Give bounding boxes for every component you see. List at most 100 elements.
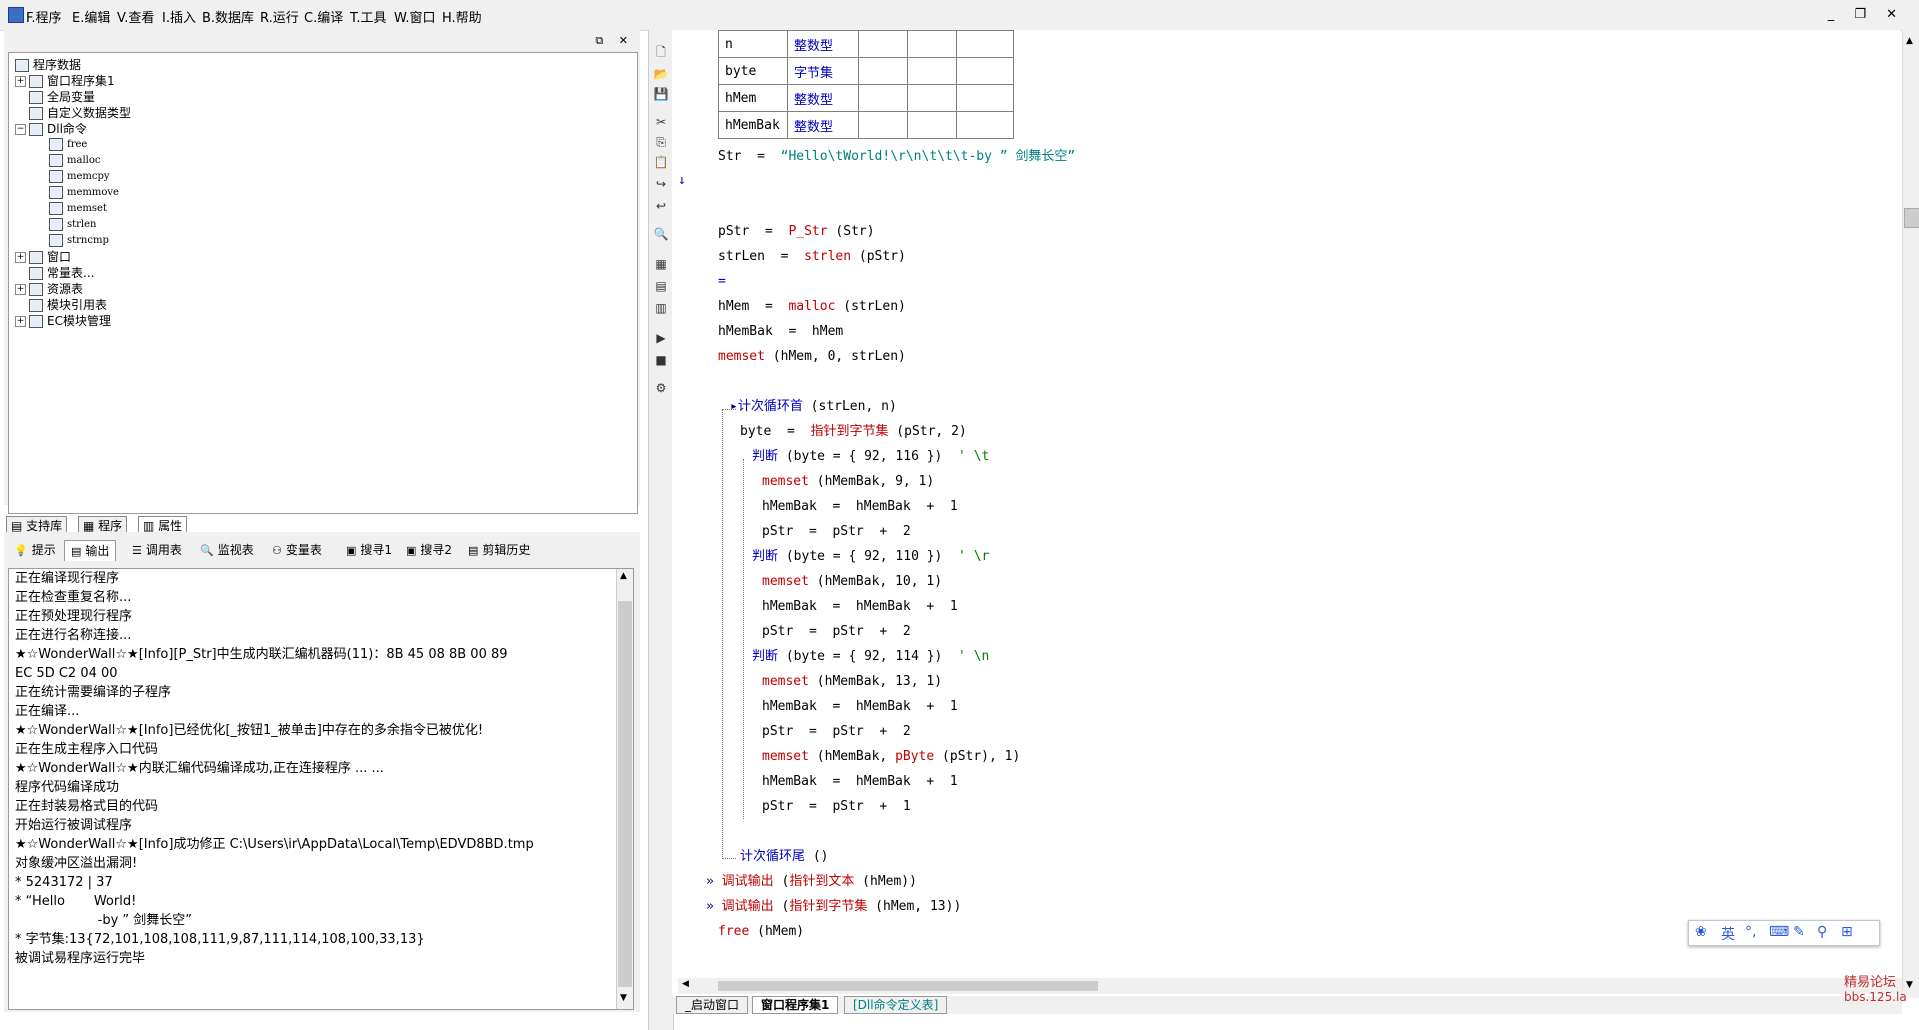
open-icon[interactable]: 📂 <box>653 66 669 82</box>
undo-icon[interactable]: ↩ <box>653 198 669 214</box>
menu-view[interactable]: V.查看 <box>117 7 154 26</box>
code-line[interactable]: » 调试输出 (指针到文本 (hMem)) <box>706 873 917 891</box>
menu-insert[interactable]: I.插入 <box>162 7 196 26</box>
tree-item[interactable]: Dll命令 <box>29 121 87 137</box>
code-line[interactable]: hMemBak = hMemBak + 1 <box>762 773 958 791</box>
code-line[interactable]: 判断 (byte = { 92, 110 }) ' \r <box>752 548 989 566</box>
tab-dll-definitions[interactable]: [Dll命令定义表] <box>844 996 948 1014</box>
tree-item[interactable]: 自定义数据类型 <box>29 105 131 121</box>
scroll-up-icon[interactable]: ▲ <box>1906 36 1913 46</box>
code-line[interactable]: hMemBak = hMem <box>718 323 843 341</box>
soft-keyboard-icon[interactable]: ⌨ <box>1769 924 1789 940</box>
run-icon[interactable]: ▶ <box>653 330 669 346</box>
menu-help[interactable]: H.帮助 <box>442 7 482 26</box>
code-line[interactable]: memset (hMemBak, 13, 1) <box>762 673 942 691</box>
tab-hint[interactable]: 💡 提示 <box>8 540 62 560</box>
code-line[interactable]: memset (hMemBak, 10, 1) <box>762 573 942 591</box>
code-line[interactable]: strLen = strlen (pStr) <box>718 248 906 266</box>
tree-root[interactable]: 程序数据 <box>15 57 81 73</box>
menu-program[interactable]: F.程序 <box>26 7 62 26</box>
tab-call-stack[interactable]: ☰ 调用表 <box>126 540 188 560</box>
punctuation-icon[interactable]: °, <box>1745 924 1756 940</box>
code-line[interactable]: Str = “Hello\tWorld!\r\n\t\t\t-by ” 剑舞长空… <box>718 148 1075 166</box>
code-line[interactable]: pStr = P_Str (Str) <box>718 223 875 241</box>
collapse-icon[interactable]: − <box>15 124 26 135</box>
expand-icon[interactable]: + <box>15 76 26 87</box>
tree-item[interactable]: free <box>49 137 87 153</box>
grid-icon[interactable]: ⊞ <box>1841 924 1853 940</box>
expand-icon[interactable]: + <box>15 316 26 327</box>
code-line[interactable]: memset (hMemBak, pByte (pStr), 1) <box>762 748 1020 766</box>
output-text[interactable]: 正在编译现行程序 正在检查重复名称... 正在预处理现行程序 正在进行名称连接.… <box>8 568 634 1010</box>
find-icon[interactable]: 🔍 <box>653 226 669 242</box>
scroll-down-icon[interactable]: ▼ <box>620 993 627 1003</box>
ime-mode[interactable]: 英 <box>1721 924 1735 944</box>
tree-item[interactable]: 资源表 <box>29 281 83 297</box>
scroll-thumb[interactable] <box>718 981 1098 991</box>
save-icon[interactable]: 💾 <box>653 86 669 102</box>
scroll-down-icon[interactable]: ▼ <box>1906 980 1913 990</box>
paste-icon[interactable]: 📋 <box>653 154 669 170</box>
menu-edit[interactable]: E.编辑 <box>72 7 110 26</box>
code-line[interactable]: » 调试输出 (指针到字节集 (hMem, 13)) <box>706 898 961 916</box>
tree-item[interactable]: malloc <box>49 153 100 169</box>
code-line[interactable]: memset (hMem, 0, strLen) <box>718 348 906 366</box>
code-line[interactable]: pStr = pStr + 1 <box>762 798 911 816</box>
code-line[interactable]: byte = 指针到字节集 (pStr, 2) <box>740 423 967 441</box>
layout3-icon[interactable]: ▥ <box>653 300 669 316</box>
cut-icon[interactable]: ✂ <box>653 114 669 130</box>
code-line[interactable]: = <box>718 273 726 291</box>
tab-output[interactable]: ▤ 输出 <box>64 540 117 561</box>
scroll-thumb[interactable] <box>618 601 632 987</box>
layout2-icon[interactable]: ▤ <box>653 278 669 294</box>
tab-startup-window[interactable]: _启动窗口 <box>676 996 749 1014</box>
code-line[interactable]: hMemBak = hMemBak + 1 <box>762 498 958 516</box>
new-file-icon[interactable]: 🗋 <box>653 44 669 60</box>
window-controls[interactable]: _ ❐ ✕ <box>1828 7 1905 22</box>
tree-item[interactable]: 全局变量 <box>29 89 95 105</box>
paw-icon[interactable]: ❀ <box>1695 924 1707 940</box>
code-vertical-scrollbar[interactable]: ▲ ▼ <box>1902 30 1919 998</box>
tree-item[interactable]: 常量表... <box>29 265 94 281</box>
code-line[interactable]: pStr = pStr + 2 <box>762 723 911 741</box>
breakpoint-arrow-icon[interactable]: ↓ <box>678 172 686 190</box>
output-scrollbar[interactable]: ▲ ▼ <box>616 569 633 1009</box>
tab-watch[interactable]: 🔍 监视表 <box>194 540 260 560</box>
tree-item[interactable]: 窗口程序集1 <box>29 73 115 89</box>
stop-icon[interactable]: ■ <box>653 352 669 368</box>
code-line[interactable]: hMemBak = hMemBak + 1 <box>762 698 958 716</box>
expand-icon[interactable]: + <box>15 284 26 295</box>
menu-window[interactable]: W.窗口 <box>394 7 436 26</box>
expand-icon[interactable]: + <box>15 252 26 263</box>
code-horizontal-scrollbar[interactable]: ◀ <box>678 978 1902 994</box>
scroll-left-icon[interactable]: ◀ <box>682 979 689 989</box>
tree-item[interactable]: strlen <box>49 217 97 233</box>
code-line[interactable]: ▸计次循环首 (strLen, n) <box>730 398 897 416</box>
code-line[interactable]: 判断 (byte = { 92, 114 }) ' \n <box>752 648 989 666</box>
tree-item[interactable]: 窗口 <box>29 249 71 265</box>
tab-search1[interactable]: ▣ 搜寻1 <box>340 540 398 560</box>
tree-item[interactable]: memset <box>49 201 107 217</box>
tab-window-program-set[interactable]: 窗口程序集1 <box>752 996 839 1014</box>
pen-icon[interactable]: ✎ <box>1793 924 1805 940</box>
code-line[interactable]: hMemBak = hMemBak + 1 <box>762 598 958 616</box>
code-line[interactable]: 判断 (byte = { 92, 116 }) ' \t <box>752 448 989 466</box>
menu-run[interactable]: R.运行 <box>260 7 299 26</box>
code-line[interactable]: pStr = pStr + 2 <box>762 623 911 641</box>
tree-item[interactable]: memmove <box>49 185 119 201</box>
tree-item[interactable]: strncmp <box>49 233 109 249</box>
menu-compile[interactable]: C.编译 <box>304 7 343 26</box>
code-line[interactable]: memset (hMemBak, 9, 1) <box>762 473 934 491</box>
menu-tools[interactable]: T.工具 <box>350 7 387 26</box>
menu-database[interactable]: B.数据库 <box>202 7 254 26</box>
tab-clip-history[interactable]: ▤ 剪辑历史 <box>462 540 536 560</box>
debug-icon[interactable]: ⚙ <box>653 380 669 396</box>
scroll-up-icon[interactable]: ▲ <box>620 571 627 581</box>
code-line[interactable]: hMem = malloc (strLen) <box>718 298 906 316</box>
copy-icon[interactable]: ⎘ <box>653 134 669 150</box>
user-icon[interactable]: ⚲ <box>1817 924 1827 940</box>
tree-item[interactable]: EC模块管理 <box>29 313 111 329</box>
tree-item[interactable]: 模块引用表 <box>29 297 107 313</box>
code-line[interactable]: 计次循环尾 () <box>740 848 829 866</box>
layout1-icon[interactable]: ▦ <box>653 256 669 272</box>
